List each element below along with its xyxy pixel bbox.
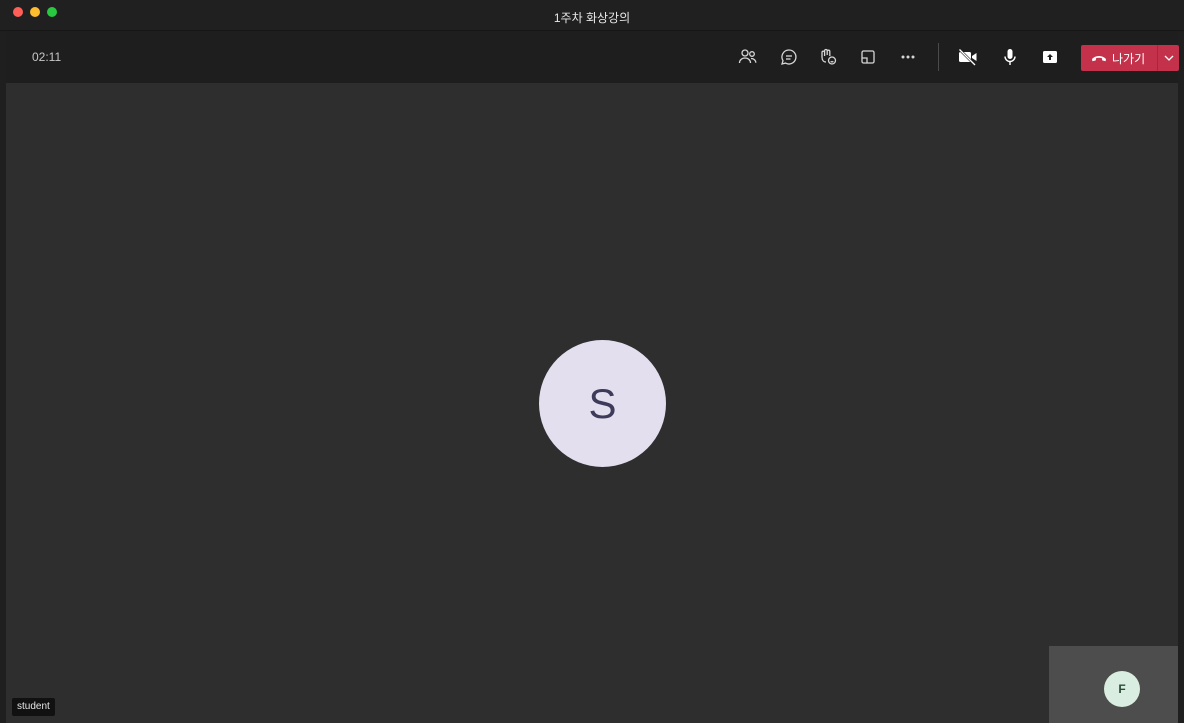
chevron-down-icon: [1164, 55, 1173, 61]
more-options-icon: [901, 55, 915, 59]
chat-button[interactable]: [777, 45, 801, 69]
participants-icon: [738, 49, 757, 64]
leave-options-button[interactable]: [1158, 45, 1179, 71]
title-bar: 1주차 화상강의: [0, 0, 1184, 31]
rooms-button[interactable]: [856, 45, 880, 69]
self-view-tile[interactable]: F: [1049, 646, 1178, 723]
participants-button[interactable]: [736, 45, 760, 69]
microphone-icon: [1004, 49, 1016, 65]
leave-button-group: 나가기: [1081, 45, 1179, 71]
participant-name-tag: student: [12, 698, 55, 716]
rooms-icon: [861, 50, 875, 64]
share-screen-button[interactable]: [1038, 45, 1062, 69]
video-stage: S student F: [6, 83, 1178, 723]
camera-toggle-button[interactable]: [956, 45, 980, 69]
share-screen-icon: [1043, 51, 1057, 63]
window-title: 1주차 화상강의: [553, 11, 631, 25]
toolbar-divider: [938, 43, 939, 71]
leave-label: 나가기: [1112, 51, 1146, 66]
raise-hand-icon: [821, 48, 837, 65]
hang-up-icon: [1092, 56, 1106, 62]
raise-hand-button[interactable]: [816, 45, 840, 69]
camera-off-icon: [958, 48, 977, 66]
chat-icon: [781, 49, 797, 65]
meeting-toolbar: 02:11 나가기: [6, 31, 1179, 83]
meeting-timer: 02:11: [32, 50, 62, 64]
leave-button[interactable]: 나가기: [1081, 45, 1157, 71]
participant-avatar: S: [539, 340, 666, 467]
self-avatar: F: [1104, 671, 1140, 707]
meeting-window: 1주차 화상강의 02:11 나가기 S student F: [0, 0, 1184, 723]
more-options-button[interactable]: [896, 45, 920, 69]
microphone-toggle-button[interactable]: [998, 45, 1022, 69]
